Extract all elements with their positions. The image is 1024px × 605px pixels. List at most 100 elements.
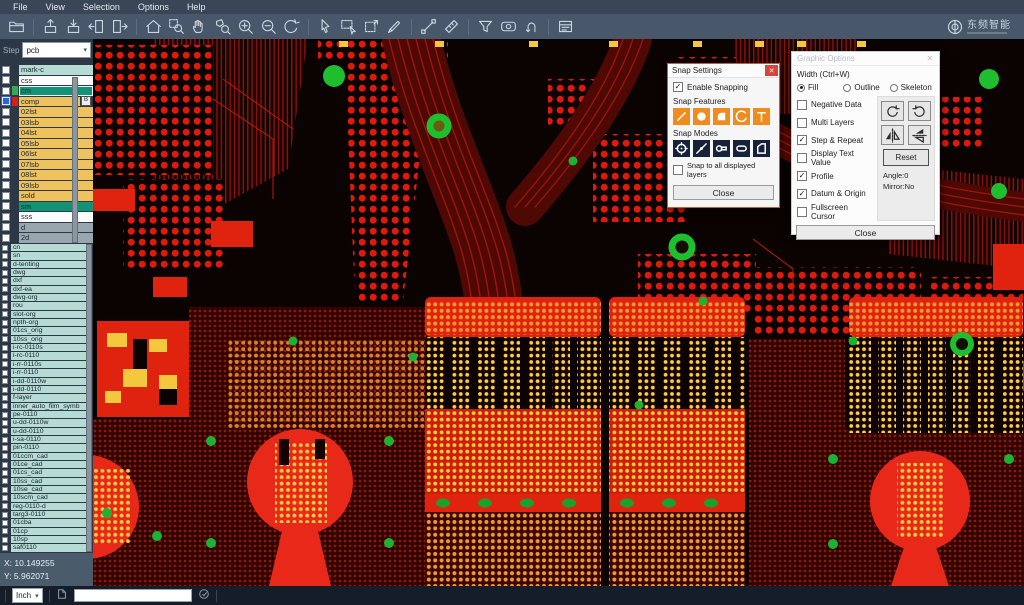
layer-badge[interactable]: B (81, 96, 91, 106)
layer-visibility-checkbox[interactable] (2, 361, 8, 367)
layer-row[interactable]: 06lst (0, 149, 93, 159)
checkbox-icon[interactable]: ✓ (673, 82, 683, 92)
snap-pad-button[interactable] (693, 108, 710, 125)
doc-layer-row[interactable]: reg-0110-d (0, 503, 93, 510)
snap-dialog-titlebar[interactable]: Snap Settings ✕ (668, 64, 779, 78)
doc-layer-row[interactable]: cn (0, 244, 93, 251)
snap-all-layers-option[interactable]: Snap to all displayed layers (668, 158, 779, 181)
snap-line-button[interactable] (673, 108, 690, 125)
layer-visibility-checkbox[interactable] (2, 495, 8, 501)
layer-visibility-checkbox[interactable] (2, 428, 8, 434)
doc-layer-row[interactable]: i-sa-0110 (0, 436, 93, 443)
layer-visibility-checkbox[interactable] (2, 108, 10, 116)
layer-visibility-checkbox[interactable] (2, 261, 8, 267)
radio-icon[interactable] (797, 84, 805, 92)
doc-layer-row[interactable]: i-rr-0110s (0, 361, 93, 368)
rotate-ccw-button[interactable] (908, 101, 931, 121)
doc-layer-row[interactable]: 01cs_cad (0, 469, 93, 476)
layer-visibility-checkbox[interactable] (2, 129, 10, 137)
layer-visibility-checkbox[interactable] (2, 202, 10, 210)
doc-layer-row[interactable]: 10ss_cad (0, 478, 93, 485)
doc-layer-row[interactable]: dxf (0, 277, 93, 284)
doc-layer-row[interactable]: pe-0110 (0, 411, 93, 418)
layer-visibility-checkbox[interactable] (2, 118, 10, 126)
menu-help[interactable]: Help (178, 0, 215, 14)
layer-visibility-checkbox[interactable] (2, 437, 8, 443)
open-folder-button[interactable] (6, 16, 27, 37)
layer-visibility-checkbox[interactable] (2, 353, 8, 359)
paint-brush-button[interactable] (384, 16, 405, 37)
doc-layer-row[interactable]: 10sp (0, 536, 93, 543)
graphic-dialog-titlebar[interactable]: Graphic Options ✕ (792, 52, 939, 66)
layer-visibility-checkbox[interactable] (2, 470, 8, 476)
close-icon[interactable]: ✕ (765, 65, 778, 76)
layer-row[interactable]: 03lsb (0, 118, 93, 128)
layer-visibility-checkbox[interactable] (2, 520, 8, 526)
layer-visibility-checkbox[interactable] (2, 87, 10, 95)
layer-visibility-checkbox[interactable] (2, 412, 8, 418)
radio-icon[interactable] (890, 84, 898, 92)
layer-row[interactable]: cm (0, 86, 93, 96)
doc-layer-row[interactable]: i-rc-0110s (0, 344, 93, 351)
layer-visibility-checkbox[interactable] (2, 462, 8, 468)
doc-layer-row[interactable]: 10ss_orig (0, 336, 93, 343)
layer-row[interactable]: 07lsb (0, 160, 93, 170)
snap-text-button[interactable] (753, 108, 770, 125)
checkbox-icon[interactable] (797, 153, 807, 163)
layer-visibility-checkbox[interactable] (2, 171, 10, 179)
layer-visibility-checkbox[interactable] (2, 270, 8, 276)
menu-view[interactable]: View (37, 0, 74, 14)
layer-row[interactable]: d (0, 223, 93, 233)
pan-hand-button[interactable] (189, 16, 210, 37)
checkbox-icon[interactable] (797, 207, 807, 217)
doc-layer-row[interactable]: i-dd-0110w (0, 378, 93, 385)
layer-visibility-checkbox[interactable] (2, 192, 10, 200)
doc-layer-row[interactable]: 01cp (0, 528, 93, 535)
layer-visibility-checkbox[interactable] (2, 420, 8, 426)
layer-visibility-checkbox[interactable] (2, 303, 8, 309)
doc-layer-row[interactable]: 01cba (0, 519, 93, 526)
doc-layer-row[interactable]: dxf-ea (0, 286, 93, 293)
layer-visibility-checkbox[interactable] (2, 453, 8, 459)
layer-visibility-checkbox[interactable] (2, 545, 8, 551)
graphic-option[interactable]: Fullscreen Cursor (797, 203, 874, 221)
layer-visibility-checkbox[interactable] (2, 445, 8, 451)
layer-row[interactable]: 02lst (0, 107, 93, 117)
zoom-window-button[interactable] (166, 16, 187, 37)
graphic-close-button[interactable]: Close (796, 225, 935, 240)
layer-visibility-checkbox[interactable] (2, 181, 10, 189)
layer-visibility-checkbox[interactable] (2, 66, 10, 74)
width-mode-skeleton[interactable]: Skeleton (890, 83, 934, 92)
mode-slot-open-button[interactable] (733, 140, 750, 157)
properties-panel-button[interactable] (555, 16, 576, 37)
step-select[interactable]: pcb ▾ (22, 42, 91, 58)
layer-visibility-checkbox[interactable] (2, 160, 10, 168)
doc-layer-row[interactable]: dwg-org (0, 294, 93, 301)
export-board-button[interactable] (63, 16, 84, 37)
select-cursor-button[interactable] (315, 16, 336, 37)
checkbox-icon[interactable]: ✓ (797, 171, 807, 181)
zoom-in-button[interactable] (235, 16, 256, 37)
doc-layer-row[interactable]: slot-org (0, 311, 93, 318)
doc-layer-row[interactable]: 10se_cad (0, 486, 93, 493)
doc-layer-row[interactable]: dwg (0, 269, 93, 276)
layer-visibility-checkbox[interactable] (2, 387, 8, 393)
layer-visibility-checkbox[interactable] (2, 286, 8, 292)
graphic-option[interactable]: ✓ Datum & Origin (797, 185, 874, 203)
doc-layer-row[interactable]: u-dd-0110 (0, 428, 93, 435)
select-reference-button[interactable] (361, 16, 382, 37)
checkbox-icon[interactable] (797, 100, 807, 110)
layer-visibility-checkbox[interactable] (2, 336, 8, 342)
next-step-button[interactable] (109, 16, 130, 37)
radio-icon[interactable] (843, 84, 851, 92)
checkbox-icon[interactable]: ✓ (797, 189, 807, 199)
layer-visibility-checkbox[interactable] (2, 278, 8, 284)
layer-visibility-checkbox[interactable] (2, 345, 8, 351)
doc-layer-row[interactable]: inner_auto_film_symb (0, 403, 93, 410)
script-page-icon[interactable] (56, 587, 68, 605)
layer-visibility-checkbox[interactable] (2, 320, 8, 326)
flip-horizontal-button[interactable] (881, 125, 904, 145)
snap-surface-button[interactable] (713, 108, 730, 125)
layer-visibility-checkbox[interactable] (2, 76, 10, 84)
flip-vertical-button[interactable] (908, 125, 931, 145)
